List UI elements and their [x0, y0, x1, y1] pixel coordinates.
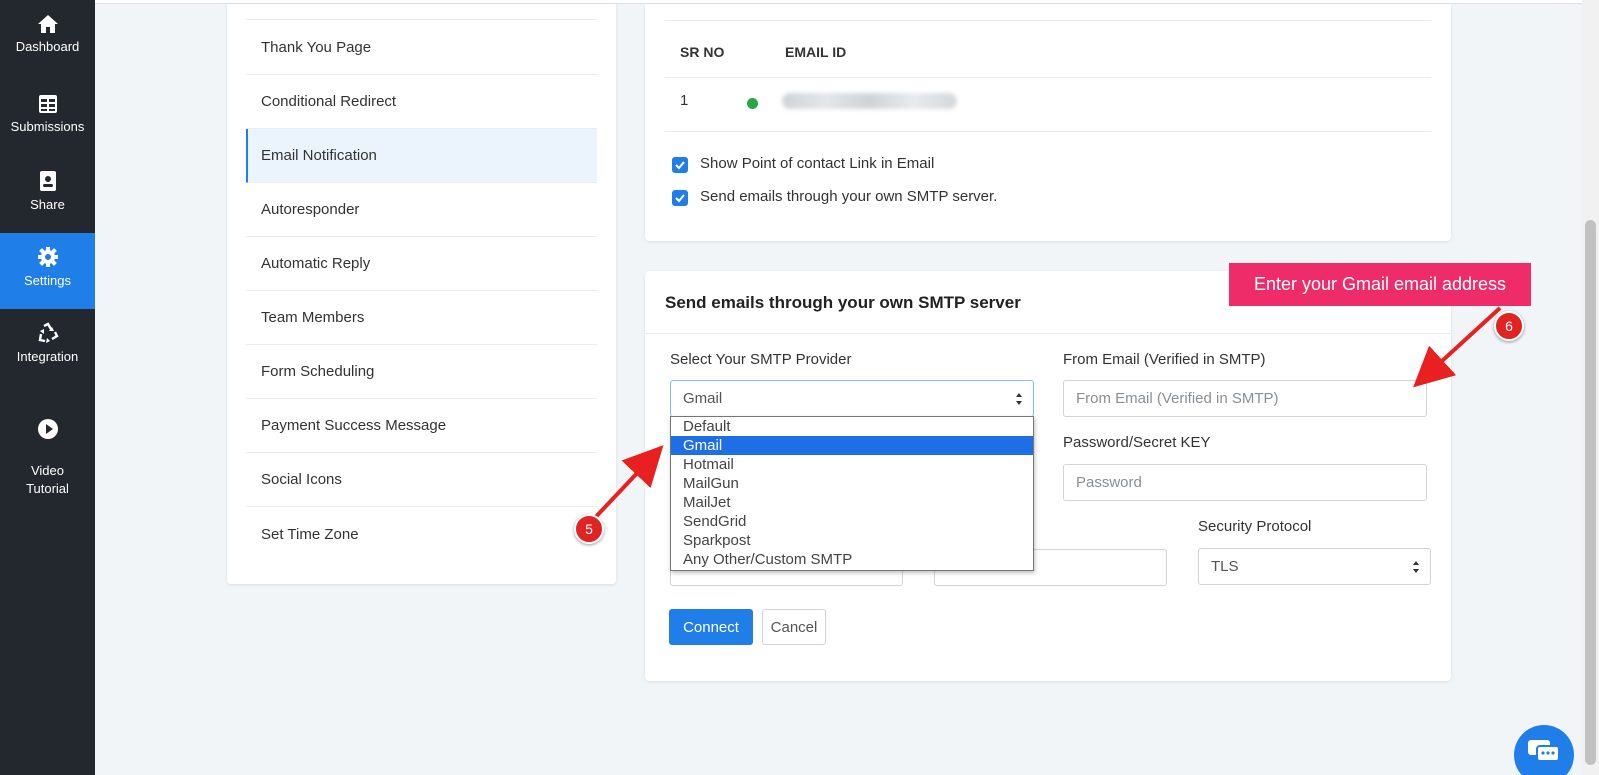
nav-item-payment-success-message[interactable]: Payment Success Message	[246, 399, 597, 453]
rail-item-video-tutorial[interactable]: Video Tutorial	[0, 400, 95, 496]
smtp-card-title: Send emails through your own SMTP server	[665, 293, 1021, 312]
rail-item-integration[interactable]: Integration	[0, 322, 95, 382]
rail-label-submissions: Submissions	[10, 119, 85, 134]
column-header-sr-no: SR NO	[680, 44, 725, 60]
recycle-icon	[38, 322, 59, 343]
blurred-email-address	[782, 93, 957, 109]
nav-item-thank-you-page[interactable]: Thank You Page	[246, 21, 597, 75]
rail-item-dashboard[interactable]: Dashboard	[0, 14, 95, 74]
rail-label-settings: Settings	[24, 273, 71, 288]
header-divider	[665, 77, 1431, 78]
nav-item-conditional-redirect[interactable]: Conditional Redirect	[246, 75, 597, 129]
row-sr-number: 1	[680, 92, 689, 109]
connect-button[interactable]: Connect	[669, 609, 753, 645]
from-email-placeholder: From Email (Verified in SMTP)	[1076, 390, 1279, 407]
nav-item-team-members[interactable]: Team Members	[246, 291, 597, 345]
nav-item-set-time-zone[interactable]: Set Time Zone	[246, 507, 597, 561]
smtp-provider-dropdown: Default Gmail Hotmail MailGun MailJet Se…	[670, 416, 1034, 571]
share-icon	[39, 171, 56, 191]
active-status-dot	[747, 98, 758, 109]
from-email-input[interactable]: From Email (Verified in SMTP)	[1063, 380, 1427, 417]
step-badge-5: 5	[574, 514, 604, 544]
smtp-provider-label: Select Your SMTP Provider	[670, 351, 852, 368]
nav-item-autoresponder[interactable]: Autoresponder	[246, 183, 597, 237]
option-default[interactable]: Default	[671, 417, 1033, 436]
option-gmail[interactable]: Gmail	[671, 436, 1033, 455]
password-label: Password/Secret KEY	[1063, 434, 1211, 451]
checkmark-icon	[675, 161, 685, 170]
security-protocol-value: TLS	[1211, 558, 1239, 575]
chat-icon	[1528, 740, 1560, 762]
page-scrollbar[interactable]	[1582, 0, 1599, 775]
nav-item-social-icons[interactable]: Social Icons	[246, 453, 597, 507]
smtp-provider-value: Gmail	[683, 390, 723, 407]
smtp-provider-select[interactable]: Gmail	[670, 380, 1034, 417]
from-email-label: From Email (Verified in SMTP)	[1063, 351, 1266, 368]
poc-link-checkbox[interactable]	[672, 157, 688, 173]
cancel-button[interactable]: Cancel	[762, 609, 826, 645]
checkmark-icon	[675, 194, 685, 203]
table-icon	[38, 95, 57, 113]
option-sparkpost[interactable]: Sparkpost	[671, 531, 1033, 550]
gear-icon	[37, 247, 58, 267]
scrollbar-thumb[interactable]	[1585, 220, 1596, 765]
nav-item-form-scheduling[interactable]: Form Scheduling	[246, 345, 597, 399]
left-rail: Dashboard Submissions Share Settings Int…	[0, 0, 95, 775]
poc-link-checkbox-label: Show Point of contact Link in Email	[700, 155, 935, 172]
row-divider	[665, 131, 1431, 132]
option-sendgrid[interactable]: SendGrid	[671, 512, 1033, 531]
chat-widget-button[interactable]	[1514, 725, 1574, 775]
nav-item-email-notification[interactable]: Email Notification	[246, 129, 597, 183]
rail-label-video-tutorial: Video Tutorial	[26, 463, 69, 496]
column-header-email-id: EMAIL ID	[785, 44, 847, 60]
settings-nav-card: Thank You Page Conditional Redirect Emai…	[227, 4, 616, 584]
rail-item-share[interactable]: Share	[0, 170, 95, 230]
own-smtp-checkbox-label: Send emails through your own SMTP server…	[700, 188, 998, 205]
rail-item-settings[interactable]: Settings	[0, 233, 95, 309]
option-mailgun[interactable]: MailGun	[671, 474, 1033, 493]
rail-item-submissions[interactable]: Submissions	[0, 94, 95, 156]
select-arrows-icon	[1016, 393, 1022, 405]
smtp-title-divider	[645, 333, 1451, 334]
own-smtp-checkbox[interactable]	[672, 190, 688, 206]
nav-top-divider	[246, 4, 597, 20]
annotation-callout: Enter your Gmail email address	[1229, 263, 1531, 306]
email-list-card: SR NO EMAIL ID 1 Show Point of contact L…	[645, 4, 1451, 241]
rail-label-share: Share	[30, 197, 65, 212]
option-hotmail[interactable]: Hotmail	[671, 455, 1033, 474]
password-input[interactable]: Password	[1063, 464, 1427, 501]
option-mailjet[interactable]: MailJet	[671, 493, 1033, 512]
password-placeholder: Password	[1076, 474, 1142, 491]
nav-item-automatic-reply[interactable]: Automatic Reply	[246, 237, 597, 291]
rail-label-dashboard: Dashboard	[15, 39, 80, 54]
security-protocol-select[interactable]: TLS	[1198, 548, 1431, 585]
home-icon	[37, 15, 58, 33]
option-custom-smtp[interactable]: Any Other/Custom SMTP	[671, 550, 1033, 569]
play-circle-icon	[37, 419, 58, 439]
step-badge-6: 6	[1494, 311, 1524, 341]
rail-label-integration: Integration	[16, 349, 79, 364]
security-protocol-label: Security Protocol	[1198, 518, 1312, 535]
select-arrows-icon	[1413, 561, 1419, 573]
list-top-divider	[665, 20, 1431, 21]
